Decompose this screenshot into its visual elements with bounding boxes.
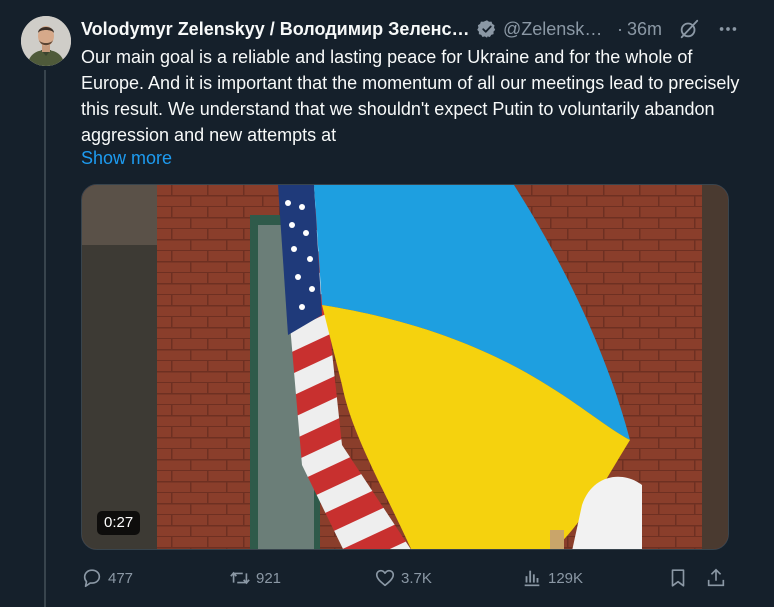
author-handle[interactable]: @ZelenskyyUa	[503, 19, 611, 40]
views-icon	[521, 567, 543, 589]
video-duration-badge: 0:27	[97, 511, 141, 535]
like-button[interactable]: 3.7K	[374, 565, 432, 591]
reply-count: 477	[108, 569, 134, 587]
avatar[interactable]	[21, 16, 71, 66]
tweet-actions: 477 921 3.7K 129K	[81, 565, 731, 591]
repost-icon	[229, 567, 251, 589]
like-count: 3.7K	[401, 569, 432, 587]
verified-badge-icon[interactable]	[477, 19, 497, 39]
views-button[interactable]: 129K	[521, 565, 583, 591]
avatar-image	[21, 16, 71, 66]
tweet-header: Volodymyr Zelenskyy / Володимир Зеленськ…	[81, 16, 761, 42]
share-button[interactable]	[705, 565, 727, 591]
more-options-icon[interactable]	[716, 18, 740, 40]
video-thumbnail	[82, 185, 728, 549]
tweet-video[interactable]: 0:27	[81, 184, 729, 550]
repost-count: 921	[256, 569, 282, 587]
tweet-timestamp[interactable]: 36m	[627, 19, 662, 40]
separator-dot: ·	[617, 18, 623, 39]
repost-button[interactable]: 921	[229, 565, 281, 591]
tweet-article[interactable]: Volodymyr Zelenskyy / Володимир Зеленськ…	[0, 0, 774, 607]
grok-icon[interactable]	[678, 18, 700, 40]
bookmark-icon	[667, 567, 689, 589]
author-display-name[interactable]: Volodymyr Zelenskyy / Володимир Зеленськ…	[81, 19, 471, 40]
share-icon	[705, 567, 727, 589]
like-icon	[374, 567, 396, 589]
views-count: 129K	[548, 569, 584, 587]
reply-button[interactable]: 477	[81, 565, 133, 591]
reply-icon	[81, 567, 103, 589]
tweet-text: Our main goal is a reliable and lasting …	[81, 47, 740, 145]
bookmark-button[interactable]	[667, 565, 689, 591]
show-more-link[interactable]: Show more	[81, 145, 172, 171]
thread-line	[44, 70, 46, 607]
